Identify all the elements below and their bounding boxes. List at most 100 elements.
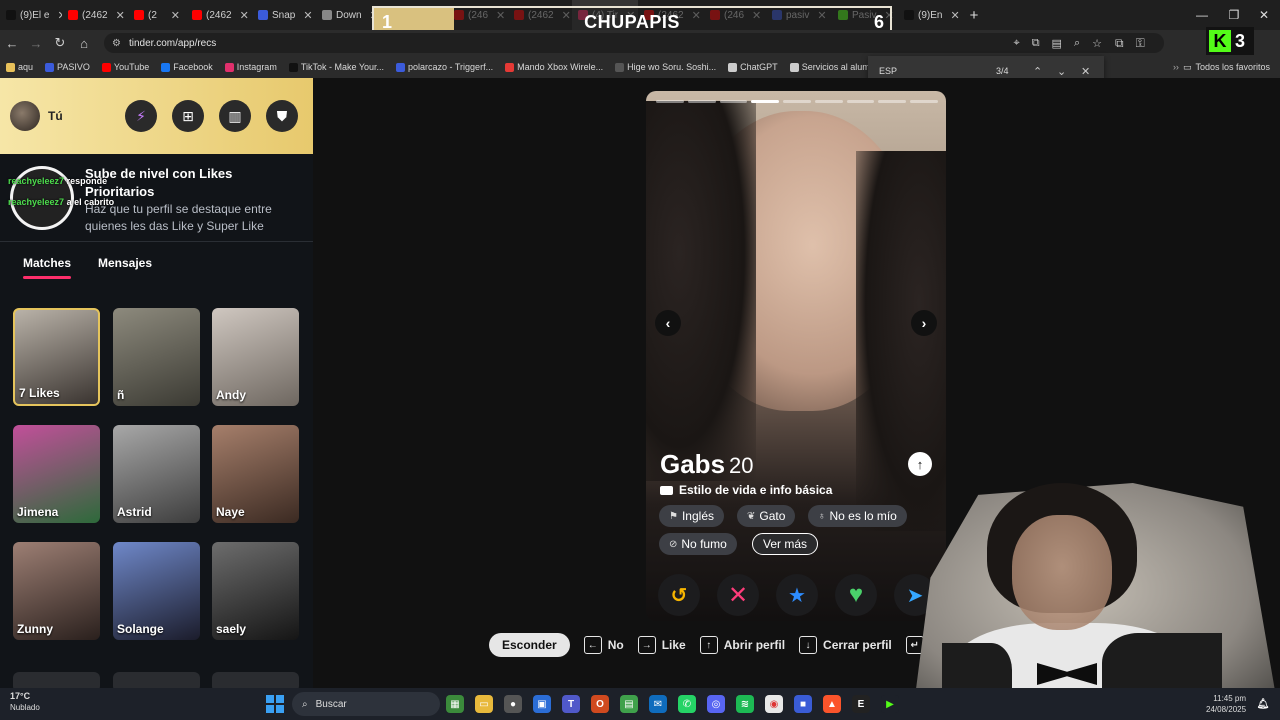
- explore-icon[interactable]: ⊞: [172, 100, 204, 132]
- browser-tab[interactable]: Snap ✕: [252, 0, 316, 30]
- site-info-icon[interactable]: ⚙: [112, 38, 121, 49]
- rewind-button[interactable]: ↺: [658, 574, 700, 616]
- url-input[interactable]: ⚙ tinder.com/app/recs ⌖ ⧉ ▤ ⌕ ☆: [104, 33, 1164, 53]
- match-tile[interactable]: Andy: [212, 308, 299, 406]
- discord-icon[interactable]: ◎: [707, 695, 725, 713]
- profile-card[interactable]: ‹ › Gabs 20 ↑ Estilo de vida e info básic…: [646, 91, 946, 621]
- photo-progress-segment: [656, 100, 684, 103]
- tab-close-icon[interactable]: ✕: [112, 9, 125, 22]
- key-icon: ↓: [799, 636, 818, 654]
- tab-close-icon[interactable]: ✕: [236, 9, 249, 22]
- office-icon[interactable]: O: [591, 695, 609, 713]
- tab-matches[interactable]: Matches: [23, 256, 72, 279]
- match-tile[interactable]: saely: [212, 542, 299, 640]
- nope-button[interactable]: ✕: [717, 574, 759, 616]
- find-input[interactable]: ESP: [879, 66, 897, 76]
- minimize-icon[interactable]: —: [1186, 0, 1218, 30]
- bookmark-item[interactable]: Facebook: [155, 62, 219, 72]
- bookmark-item[interactable]: ChatGPT: [722, 62, 784, 72]
- system-clock[interactable]: 11:45 pm 24/08/2025: [1206, 693, 1246, 715]
- avatar[interactable]: [10, 101, 40, 131]
- install-icon[interactable]: ⧉: [1032, 37, 1040, 50]
- match-tile[interactable]: [13, 672, 100, 688]
- extension-icon[interactable]: ⧉: [1115, 36, 1124, 51]
- bookmark-item[interactable]: aqu: [0, 62, 39, 72]
- tab-close-icon[interactable]: ✕: [946, 9, 959, 22]
- weather-widget[interactable]: 17°C Nublado: [10, 691, 40, 713]
- reload-icon[interactable]: ↻: [48, 35, 72, 51]
- tab-close-icon[interactable]: ✕: [299, 9, 312, 22]
- priority-likes-promo[interactable]: Sube de nivel con Likes Prioritarios Haz…: [0, 154, 313, 242]
- bookmark-star-icon[interactable]: ☆: [1092, 37, 1102, 50]
- find-prev-icon[interactable]: ⌃: [1033, 65, 1042, 78]
- brave-icon[interactable]: ▲: [823, 695, 841, 713]
- boost-icon[interactable]: ⚡: [125, 100, 157, 132]
- like-button[interactable]: ♥: [835, 574, 877, 616]
- bookmark-item[interactable]: PASIVO: [39, 62, 96, 72]
- notification-icon[interactable]: 🔔︎: [1254, 695, 1272, 713]
- shield-icon[interactable]: ⛊: [266, 100, 298, 132]
- browser-tab[interactable]: (9)En ✕: [898, 0, 962, 30]
- location-icon[interactable]: ⌖: [1013, 37, 1019, 50]
- forward-icon[interactable]: →: [24, 36, 48, 51]
- bookmark-item[interactable]: Instagram: [219, 62, 283, 72]
- superlike-button[interactable]: ★: [776, 574, 818, 616]
- home-icon[interactable]: ⌂: [72, 36, 96, 51]
- chrome-icon[interactable]: ◉: [765, 695, 783, 713]
- windows-start-icon[interactable]: [266, 695, 284, 713]
- match-tile[interactable]: Astrid: [113, 425, 200, 523]
- browser-tab[interactable]: (9)El e✕: [0, 0, 62, 30]
- all-bookmarks-button[interactable]: ›› ▭ Todos los favoritos: [1173, 56, 1270, 78]
- file-explorer-icon[interactable]: ▭: [475, 695, 493, 713]
- find-close-icon[interactable]: ✕: [1081, 65, 1090, 78]
- back-icon[interactable]: ←: [0, 36, 24, 51]
- whatsapp-icon[interactable]: ✆: [678, 695, 696, 713]
- notes-icon[interactable]: ▤: [620, 695, 638, 713]
- bookmark-item[interactable]: TikTok - Make Your...: [283, 62, 390, 72]
- bookmark-item[interactable]: YouTube: [96, 62, 155, 72]
- close-window-icon[interactable]: ✕: [1248, 0, 1280, 30]
- briefcase-icon[interactable]: ▥: [219, 100, 251, 132]
- tab-close-icon[interactable]: ✕: [167, 9, 180, 22]
- zoom-icon[interactable]: ⌕: [1074, 37, 1080, 50]
- find-next-icon[interactable]: ⌄: [1057, 65, 1066, 78]
- outlook-icon[interactable]: ✉: [649, 695, 667, 713]
- match-tile[interactable]: [113, 672, 200, 688]
- kick-icon[interactable]: ▶: [881, 695, 899, 713]
- tab-mensajes[interactable]: Mensajes: [98, 256, 152, 270]
- match-tile[interactable]: [212, 672, 299, 688]
- maximize-icon[interactable]: ❐: [1218, 0, 1250, 30]
- bookmark-item[interactable]: polarcazo - Triggerf...: [390, 62, 499, 72]
- reader-icon[interactable]: ▤: [1052, 37, 1062, 50]
- app-icon[interactable]: ●: [504, 695, 522, 713]
- hide-hints-button[interactable]: Esconder: [489, 633, 570, 657]
- browser-tab[interactable]: (2 ✕: [128, 0, 186, 30]
- match-tile[interactable]: Solange: [113, 542, 200, 640]
- bookmark-item[interactable]: Hige wo Soru. Soshi...: [609, 62, 722, 72]
- key-icon: →: [637, 636, 656, 654]
- browser-tab[interactable]: (2462 ✕: [62, 0, 128, 30]
- see-more-button[interactable]: Ver más: [752, 533, 819, 555]
- profile-icon[interactable]: ⚿: [1136, 36, 1145, 51]
- bookmark-item[interactable]: Mando Xbox Wirele...: [499, 62, 609, 72]
- taskbar-search[interactable]: ⌕ Buscar: [292, 692, 440, 716]
- spotify-icon[interactable]: ≋: [736, 695, 754, 713]
- hint-label: Cerrar perfil: [823, 638, 892, 652]
- match-tile[interactable]: Naye: [212, 425, 299, 523]
- app-icon-2[interactable]: ■: [794, 695, 812, 713]
- user-name[interactable]: Tú: [48, 109, 63, 123]
- likes-tile[interactable]: 7 Likes: [13, 308, 100, 406]
- minecraft-icon[interactable]: ▦: [446, 695, 464, 713]
- next-photo-icon[interactable]: ›: [911, 310, 937, 336]
- new-tab-icon[interactable]: +: [962, 7, 986, 24]
- browser-tab[interactable]: (2462 ✕: [186, 0, 252, 30]
- tab-close-icon[interactable]: ✕: [53, 9, 62, 22]
- prev-photo-icon[interactable]: ‹: [655, 310, 681, 336]
- teams-icon[interactable]: T: [562, 695, 580, 713]
- store-icon[interactable]: ▣: [533, 695, 551, 713]
- epic-games-icon[interactable]: E: [852, 695, 870, 713]
- match-tile[interactable]: Zunny: [13, 542, 100, 640]
- match-tile[interactable]: Jimena: [13, 425, 100, 523]
- open-profile-icon[interactable]: ↑: [908, 452, 932, 476]
- match-tile[interactable]: ñ: [113, 308, 200, 406]
